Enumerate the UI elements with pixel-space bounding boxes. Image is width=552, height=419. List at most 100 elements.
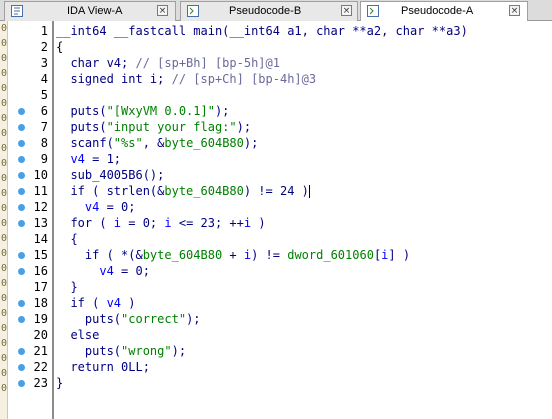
left-pane-fragment: 00 00 00 00 00 00 00 00 00 00 00 00 00 00 00 00 00 00 00 00… <box>0 21 8 419</box>
left-pane-row: 00 <box>1 38 8 49</box>
code-line-10: sub_4005B6(); <box>56 168 165 182</box>
left-pane-row: 00 <box>1 53 8 64</box>
code-line-21: puts("wrong"); <box>56 344 187 358</box>
line-number: 4 <box>40 72 48 86</box>
line-number: 16 <box>33 264 48 278</box>
line-number: 19 <box>33 312 48 326</box>
line-number: 10 <box>33 168 48 182</box>
line-number: 14 <box>33 232 48 246</box>
line-number: 18 <box>33 296 48 310</box>
pseudocode-icon <box>367 5 379 17</box>
code-line-2: { <box>56 40 64 54</box>
line-number: 7 <box>40 120 48 134</box>
breakpoint-marker-icon[interactable] <box>18 156 25 163</box>
code-line-22: return 0LL; <box>56 360 150 374</box>
line-number: 11 <box>33 184 48 198</box>
left-pane-row: 00 <box>1 68 8 79</box>
left-pane-row: 00 <box>1 128 8 139</box>
breakpoint-marker-icon[interactable] <box>18 252 25 259</box>
tab-label: IDA View-A <box>67 5 123 17</box>
code-line-7: puts("input your flag:"); <box>56 120 252 134</box>
code-line-4: signed int i; // [sp+Ch] [bp-4h]@3 <box>56 72 317 86</box>
code-line-1: __int64 __fastcall main(__int64 a1, char… <box>56 24 468 38</box>
code-line-16: v4 = 0; <box>99 264 150 278</box>
line-number: 6 <box>40 104 48 118</box>
code-line-20: else <box>56 328 100 342</box>
code-line-8: scanf("%s", &byte_604B80); <box>56 136 259 150</box>
line-number: 3 <box>40 56 48 70</box>
line-number: 1 <box>40 24 48 38</box>
close-icon[interactable]: × <box>157 5 168 16</box>
left-pane-row: 00 <box>1 83 8 94</box>
left-pane-row: 00 <box>1 263 8 274</box>
left-pane-row: 00 <box>1 278 8 289</box>
code-line-11: if ( strlen(&byte_604B80) != 24 ) <box>56 184 310 198</box>
code-line-3: char v4; // [sp+Bh] [bp-5h]@1 <box>56 56 280 70</box>
left-pane-row: 00 <box>1 143 8 154</box>
breakpoint-marker-icon[interactable] <box>18 300 25 307</box>
tab-ida-view-a[interactable]: IDA View-A × <box>4 1 176 21</box>
tab-pseudocode-b[interactable]: Pseudocode-B × <box>180 1 358 21</box>
text-cursor <box>308 185 310 198</box>
line-number: 5 <box>40 88 48 102</box>
left-pane-row: 00 <box>1 203 8 214</box>
breakpoint-marker-icon[interactable] <box>18 220 25 227</box>
pseudocode-icon <box>187 5 199 17</box>
code-line-12: v4 = 0; <box>84 200 136 214</box>
breakpoint-marker-icon[interactable] <box>18 108 25 115</box>
line-number: 8 <box>40 136 48 150</box>
left-pane-row: 00 <box>1 98 8 109</box>
left-pane-row: 00 <box>1 308 8 319</box>
left-pane-row: 00 <box>1 323 8 334</box>
left-pane-row: 00 <box>1 233 8 244</box>
left-pane-row: 00 <box>1 353 8 364</box>
left-pane-row: 00 <box>1 293 8 304</box>
tab-bar: IDA View-A × Pseudocode-B × Pseudocode-A… <box>0 0 552 22</box>
close-icon[interactable]: × <box>509 5 520 16</box>
left-pane-row: 00 <box>1 188 8 199</box>
left-pane-row: 00 <box>1 248 8 259</box>
breakpoint-marker-icon[interactable] <box>18 188 25 195</box>
left-pane-row: 00 <box>1 218 8 229</box>
code-line-13: for ( i = 0; i <= 23; ++i ) <box>56 216 266 230</box>
breakpoint-marker-icon[interactable] <box>18 124 25 131</box>
disassembly-view-icon <box>11 5 23 17</box>
breakpoint-marker-icon[interactable] <box>18 316 25 323</box>
breakpoint-marker-icon[interactable] <box>18 172 25 179</box>
line-number: 21 <box>33 344 48 358</box>
code-line-17: } <box>56 280 78 294</box>
code-line-6: puts("[WxyVM 0.0.1]"); <box>56 104 230 118</box>
line-number: 23 <box>33 376 48 390</box>
line-number: 2 <box>40 40 48 54</box>
pseudocode-editor[interactable]: __int64 __fastcall main(__int64 a1, char… <box>54 21 552 419</box>
code-line-19: puts("correct"); <box>56 312 201 326</box>
code-line-15: if ( *(&byte_604B80 + i) != dword_601060… <box>56 248 411 262</box>
left-pane-row: 00 <box>1 383 8 394</box>
line-number: 15 <box>33 248 48 262</box>
left-pane-row: 00 <box>1 173 8 184</box>
left-pane-row: 00 <box>1 23 8 34</box>
tab-label: Pseudocode-B <box>229 5 302 17</box>
tab-label: Pseudocode-A <box>401 5 474 17</box>
close-icon[interactable]: × <box>341 5 352 16</box>
left-pane-row: 00 <box>1 338 8 349</box>
line-number: 20 <box>33 328 48 342</box>
left-pane-row: 00 <box>1 368 8 379</box>
breakpoint-marker-icon[interactable] <box>18 140 25 147</box>
breakpoint-marker-icon[interactable] <box>18 380 25 387</box>
left-pane-row: 00 <box>1 158 8 169</box>
left-pane-row: 00 <box>1 113 8 124</box>
line-number: 17 <box>33 280 48 294</box>
line-number: 12 <box>33 200 48 214</box>
line-number-gutter[interactable]: 1 2 3 4 5 6 7 8 9 10 11 12 13 14 15 16 17 18 19 20 21 22 23 <box>8 21 52 419</box>
line-number: 9 <box>40 152 48 166</box>
code-line-23: } <box>56 376 64 390</box>
breakpoint-marker-icon[interactable] <box>18 268 25 275</box>
line-number: 13 <box>33 216 48 230</box>
line-number: 22 <box>33 360 48 374</box>
breakpoint-marker-icon[interactable] <box>18 204 25 211</box>
breakpoint-marker-icon[interactable] <box>18 348 25 355</box>
tab-pseudocode-a[interactable]: Pseudocode-A × <box>360 1 528 22</box>
code-line-18: if ( v4 ) <box>56 296 136 310</box>
breakpoint-marker-icon[interactable] <box>18 364 25 371</box>
